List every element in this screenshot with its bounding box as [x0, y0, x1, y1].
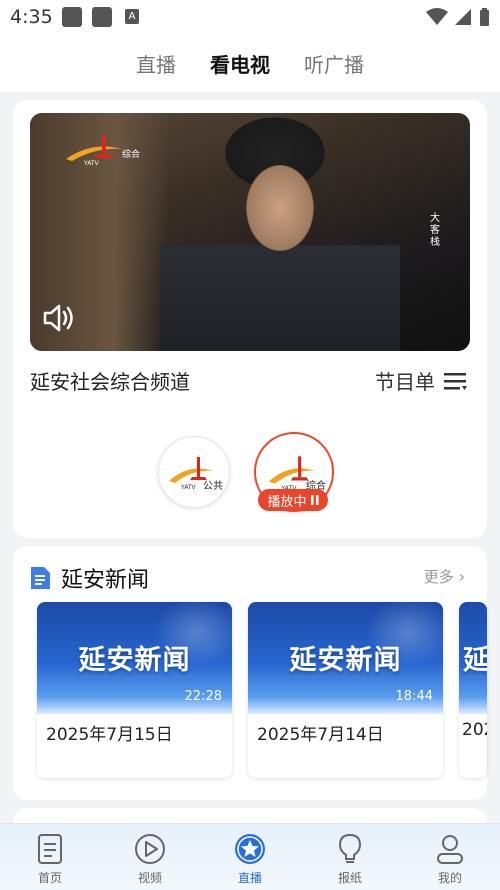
- program-list-button[interactable]: 节目单: [375, 366, 467, 395]
- program-list-label: 节目单: [375, 370, 435, 394]
- news-date: 2025年7月14日: [257, 725, 384, 745]
- bottom-tab-label: 直播: [237, 871, 262, 885]
- tab-radio[interactable]: 听广播: [304, 49, 364, 78]
- pause-icon: [310, 495, 318, 505]
- watermark-text: 综合: [122, 150, 141, 160]
- news-document-icon: [31, 567, 50, 589]
- bottom-tab-bar: 首页 视频 直播 报纸 我的: [0, 823, 500, 890]
- bottom-tab-newspaper[interactable]: 报纸: [310, 824, 390, 890]
- wifi-icon: [426, 8, 448, 25]
- notification-icon: [62, 7, 82, 27]
- thumbnail-title: 延: [463, 645, 487, 676]
- more-news-link[interactable]: 更多 ›: [424, 566, 465, 587]
- status-bar: 4:35 A: [0, 0, 500, 34]
- video-player[interactable]: YATV 综合 大客栈: [30, 113, 470, 351]
- top-tab-bar: 直播 看电视 听广播: [0, 34, 500, 92]
- list-icon: [444, 372, 467, 390]
- playing-badge: 播放中: [258, 489, 328, 511]
- news-thumbnail: 延安新闻 22:28: [37, 602, 232, 714]
- bottom-tab-label: 视频: [137, 871, 162, 885]
- news-date: 2025年7月15日: [46, 725, 173, 745]
- tab-live[interactable]: 直播: [136, 49, 176, 78]
- video-frame: [160, 113, 400, 351]
- notification-icon: [92, 7, 112, 27]
- lightbulb-icon: [338, 833, 362, 863]
- news-section-title: 延安新闻: [61, 568, 150, 593]
- news-date: 202: [462, 720, 487, 740]
- thumbnail-title: 延安新闻: [78, 645, 191, 676]
- status-time: 4:35: [10, 6, 53, 28]
- news-item[interactable]: 延安新闻 18:44 2025年7月14日: [248, 602, 443, 778]
- bottom-tab-me[interactable]: 我的: [410, 824, 490, 890]
- bottom-tab-live[interactable]: 直播: [210, 824, 290, 890]
- channel-button-public[interactable]: YATV 公共: [158, 436, 230, 508]
- news-section: 延安新闻 更多 › 延安新闻 22:28 2025年7月15日 延安新闻 18:…: [13, 546, 487, 800]
- more-label: 更多: [423, 568, 454, 586]
- news-item[interactable]: 延 202: [459, 602, 487, 778]
- person-icon: [437, 835, 463, 864]
- bottom-tab-label: 报纸: [337, 871, 362, 885]
- thumbnail-title: 延安新闻: [289, 645, 402, 676]
- svg-text:YATV: YATV: [83, 160, 100, 167]
- chevron-right-icon: ›: [458, 567, 465, 586]
- channel-name: 公共: [203, 481, 223, 492]
- tab-tv[interactable]: 看电视: [210, 49, 270, 78]
- news-header: 延安新闻: [29, 562, 149, 594]
- star-icon: [235, 834, 265, 864]
- svg-text:YATV: YATV: [180, 484, 197, 491]
- a-badge-icon: A: [125, 9, 139, 24]
- signal-icon: [455, 9, 471, 25]
- playing-label: 播放中: [267, 494, 307, 510]
- bottom-tab-video[interactable]: 视频: [110, 824, 190, 890]
- video-duration: 22:28: [184, 689, 222, 704]
- battery-icon: [480, 8, 489, 26]
- bottom-tab-label: 首页: [37, 871, 62, 885]
- tv-player-card: YATV 综合 大客栈 延安社会综合频道 节目单 YATV 公共 YATV: [13, 100, 487, 538]
- channel-title: 延安社会综合频道: [30, 370, 190, 394]
- news-item[interactable]: 延安新闻 22:28 2025年7月15日: [37, 602, 232, 778]
- video-duration: 18:44: [395, 689, 433, 704]
- document-icon: [38, 834, 62, 864]
- video-overlay-text: 大客栈: [430, 213, 440, 248]
- bottom-tab-label: 我的: [437, 871, 462, 885]
- news-thumbnail: 延安新闻 18:44: [248, 602, 443, 714]
- news-thumbnail: 延: [459, 602, 487, 714]
- bottom-tab-home[interactable]: 首页: [10, 824, 90, 890]
- volume-icon[interactable]: [42, 303, 76, 333]
- play-icon: [135, 834, 165, 864]
